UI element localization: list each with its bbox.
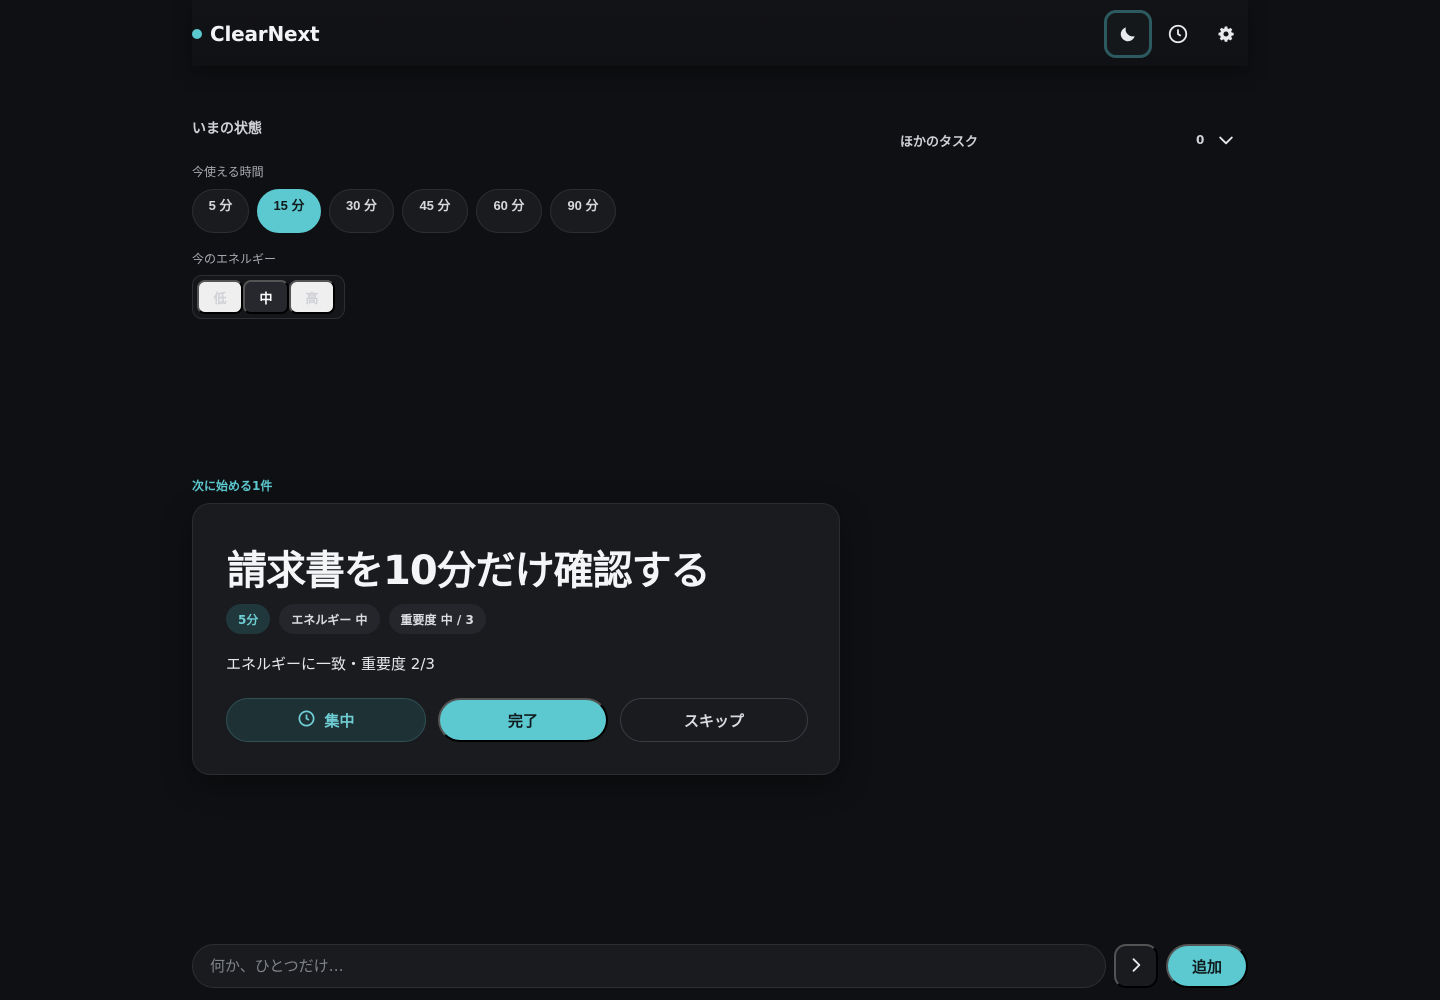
other-tasks-title: ほかのタスク: [900, 134, 979, 150]
time-option-30[interactable]: 30 分: [329, 189, 394, 233]
time-option-90[interactable]: 90 分: [550, 189, 616, 233]
chevron-right-icon: [1126, 955, 1146, 978]
importance-chip: 重要度 中 / 3: [388, 604, 486, 634]
other-tasks-toggle[interactable]: ほかのタスク 0: [900, 128, 1240, 152]
time-label: 今使える時間: [192, 165, 264, 179]
add-button[interactable]: 追加: [1166, 944, 1248, 988]
task-input-field[interactable]: [192, 944, 1106, 988]
gear-icon: [1217, 25, 1235, 43]
task-reason: エネルギーに一致・重要度 2/3: [226, 655, 435, 673]
moon-icon: [1118, 24, 1138, 44]
top-bar: ClearNext: [192, 0, 1248, 66]
settings-button[interactable]: [1202, 10, 1250, 58]
time-options: 5 分 15 分 30 分 45 分 60 分 90 分: [192, 189, 616, 233]
task-input[interactable]: [193, 945, 1105, 987]
time-option-45[interactable]: 45 分: [402, 189, 468, 233]
other-tasks-count: 0: [1196, 133, 1205, 147]
app: ClearNext いまの状態 今使える時間 5 分 15 分 30 分 45 …: [0, 0, 1440, 1000]
brand-dot-icon: [192, 29, 202, 39]
duration-chip: 5分: [226, 604, 271, 634]
brand[interactable]: ClearNext: [192, 22, 320, 46]
task-actions: 集中 完了 スキップ: [226, 698, 808, 742]
clock-icon: [1167, 23, 1189, 45]
time-option-15[interactable]: 15 分: [257, 189, 321, 233]
history-button[interactable]: [1154, 10, 1202, 58]
energy-option-high[interactable]: 高: [289, 280, 335, 314]
skip-button[interactable]: スキップ: [620, 698, 808, 742]
task-chips: 5分 エネルギー 中 重要度 中 / 3: [226, 604, 486, 634]
energy-label: 今のエネルギー: [192, 252, 277, 266]
theme-toggle-button[interactable]: [1104, 10, 1152, 58]
energy-chip: エネルギー 中: [279, 604, 380, 634]
chevron-down-icon: [1216, 130, 1236, 154]
energy-option-mid[interactable]: 中: [243, 280, 289, 314]
energy-option-low[interactable]: 低: [197, 280, 243, 314]
next-task-title: 請求書を10分だけ確認する: [227, 548, 711, 594]
focus-button-label: 集中: [324, 712, 355, 730]
submit-button[interactable]: [1114, 944, 1158, 988]
time-option-60[interactable]: 60 分: [476, 189, 542, 233]
next-task-label: 次に始める1件: [192, 479, 273, 493]
done-button[interactable]: 完了: [438, 698, 608, 742]
focus-button[interactable]: 集中: [226, 698, 426, 742]
next-task-card: 請求書を10分だけ確認する 5分 エネルギー 中 重要度 中 / 3 エネルギー…: [192, 503, 840, 775]
clock-icon: [297, 709, 316, 732]
status-title: いまの状態: [192, 121, 262, 137]
time-option-5[interactable]: 5 分: [192, 189, 249, 233]
energy-selector: 低 中 高: [192, 275, 345, 319]
brand-name: ClearNext: [210, 22, 320, 46]
